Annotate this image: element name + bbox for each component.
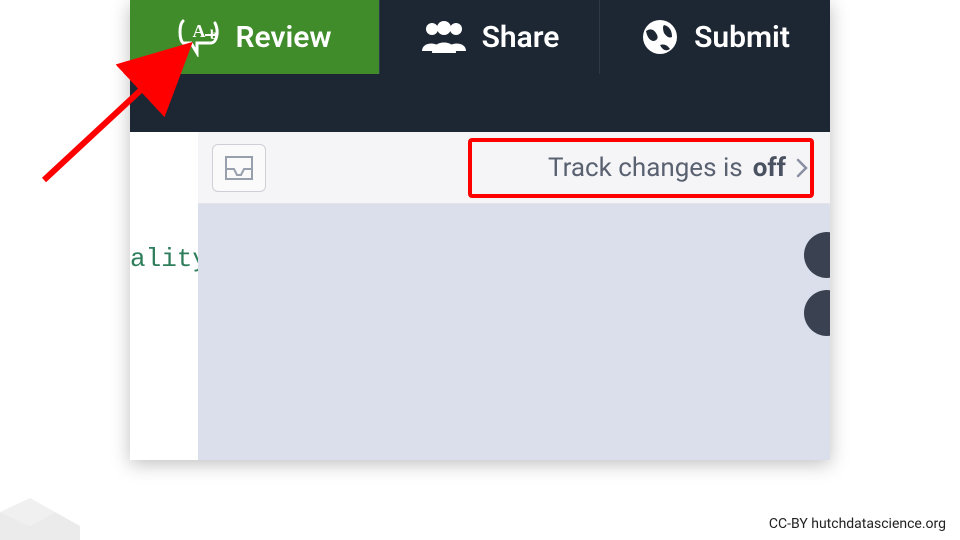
floating-control-2[interactable] bbox=[804, 290, 830, 336]
tab-review[interactable]: A b Review bbox=[130, 0, 380, 74]
sub-toolbar bbox=[130, 74, 830, 132]
track-changes-state: off bbox=[753, 153, 786, 183]
decorative-corner-logo bbox=[0, 492, 80, 540]
tab-share-label: Share bbox=[482, 20, 560, 55]
tab-review-label: Review bbox=[235, 20, 331, 55]
inbox-icon bbox=[224, 155, 254, 181]
inbox-button[interactable] bbox=[212, 144, 266, 192]
attribution-text: CC-BY hutchdatascience.org bbox=[769, 516, 946, 532]
chevron-right-icon bbox=[796, 158, 808, 178]
tab-share[interactable]: Share bbox=[380, 0, 600, 74]
group-icon bbox=[420, 19, 468, 55]
review-panel: Track changes is off bbox=[198, 132, 830, 460]
floating-control-1[interactable] bbox=[804, 232, 830, 278]
content-area: ality for Track changes is off bbox=[130, 132, 830, 460]
top-navigation: A b Review Share Sub bbox=[130, 0, 830, 74]
code-editor-gutter: ality for bbox=[130, 132, 198, 460]
code-fragment-1: ality bbox=[130, 241, 198, 277]
globe-icon bbox=[640, 17, 680, 57]
track-changes-prefix: Track changes is bbox=[548, 153, 743, 183]
svg-text:A: A bbox=[193, 21, 206, 41]
review-panel-header: Track changes is off bbox=[198, 132, 830, 204]
review-icon: A b bbox=[177, 17, 221, 57]
track-changes-toggle[interactable]: Track changes is off bbox=[540, 147, 816, 189]
app-screenshot: A b Review Share Sub bbox=[130, 0, 830, 460]
tab-submit-label: Submit bbox=[694, 20, 790, 55]
tab-submit[interactable]: Submit bbox=[600, 0, 830, 74]
